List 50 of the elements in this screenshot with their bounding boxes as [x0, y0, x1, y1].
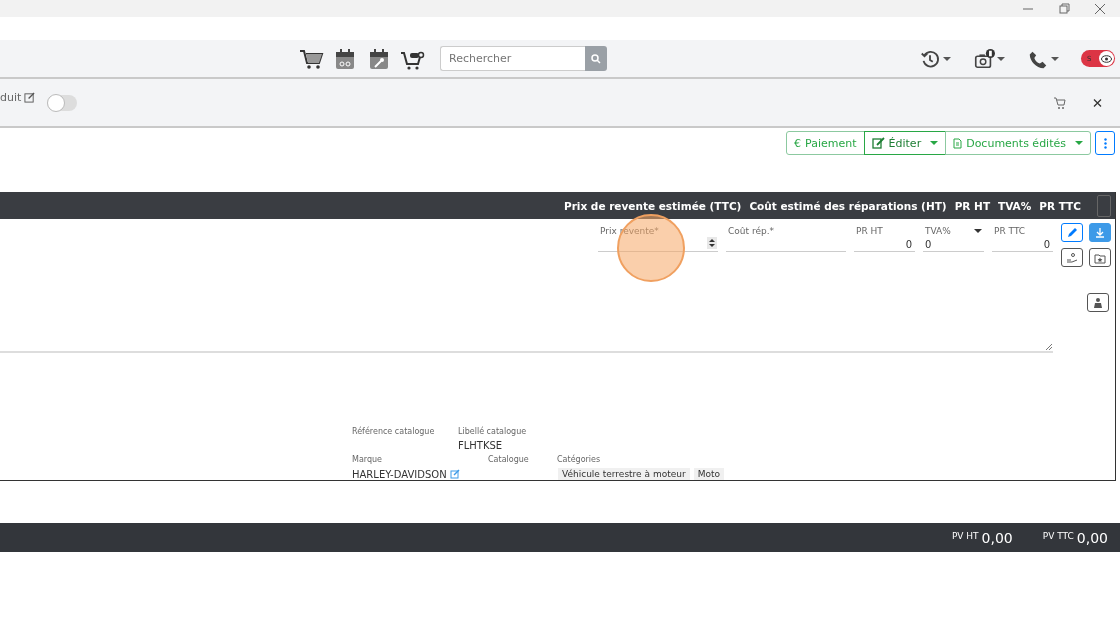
camera-icon[interactable]	[973, 47, 995, 70]
column-header: PR TTC	[1039, 199, 1081, 212]
field-value: HARLEY-DAVIDSON	[352, 468, 447, 480]
pencil-icon	[1066, 226, 1078, 239]
total-value: 0,00	[1076, 529, 1108, 546]
field-label: Marque	[352, 455, 384, 464]
caret-icon[interactable]	[1051, 56, 1059, 61]
search-field[interactable]: Rechercher	[440, 46, 585, 71]
caret-icon[interactable]	[997, 56, 1005, 61]
input-field[interactable]: PR TTC 0	[992, 225, 1053, 252]
input-field[interactable]: PR HT 0	[854, 225, 915, 252]
edit-button[interactable]	[1061, 223, 1083, 242]
field-value: FLHTKSE	[458, 440, 503, 451]
column-header: Prix de revente estimée (TTC)	[563, 199, 742, 212]
input-field[interactable]: Prix revente*	[598, 225, 718, 252]
download-button[interactable]	[1089, 223, 1111, 242]
field-label: Référence catalogue	[352, 427, 436, 436]
document-icon	[953, 137, 963, 149]
kebab-icon	[1103, 137, 1107, 149]
field-label: Libellé catalogue	[458, 427, 527, 436]
close-icon[interactable]	[1094, 2, 1106, 15]
resize-grip-icon[interactable]	[1045, 343, 1052, 350]
toggle-switch[interactable]	[47, 94, 78, 111]
category-tag: Moto	[693, 468, 724, 480]
category-tag: Véhicule terrestre à moteur	[558, 468, 690, 480]
input-field[interactable]: Coût rép.*	[726, 225, 846, 252]
edit-button[interactable]: Éditer	[863, 131, 947, 155]
eye-icon	[1101, 54, 1112, 63]
person-icon[interactable]	[1087, 293, 1109, 312]
download-icon	[1094, 226, 1106, 239]
edit-icon	[871, 137, 885, 149]
edit-icon[interactable]	[24, 92, 36, 103]
search-icon	[591, 53, 601, 64]
documents-button[interactable]: Documents édités	[945, 131, 1091, 155]
more-button[interactable]	[1095, 131, 1115, 155]
field-label: Catalogue	[488, 455, 530, 464]
total-value: 0,00	[981, 529, 1013, 546]
total-label: PV HT	[951, 530, 979, 541]
hand-coin-icon[interactable]	[1061, 248, 1083, 267]
total-label: PV TTC	[1042, 530, 1074, 541]
column-header: Coût estimé des réparations (HT)	[749, 199, 947, 212]
column-header: TVA%	[998, 199, 1032, 212]
column-header: PR HT	[954, 199, 991, 212]
restore-icon[interactable]	[1058, 2, 1070, 15]
select-field[interactable]: TVA% 0	[923, 225, 984, 252]
edit-icon[interactable]	[449, 469, 460, 479]
field-label: Catégories	[557, 455, 601, 464]
page-title: duit	[0, 91, 22, 104]
payment-button[interactable]: € Paiement	[786, 131, 865, 155]
caret-icon[interactable]	[943, 56, 951, 61]
